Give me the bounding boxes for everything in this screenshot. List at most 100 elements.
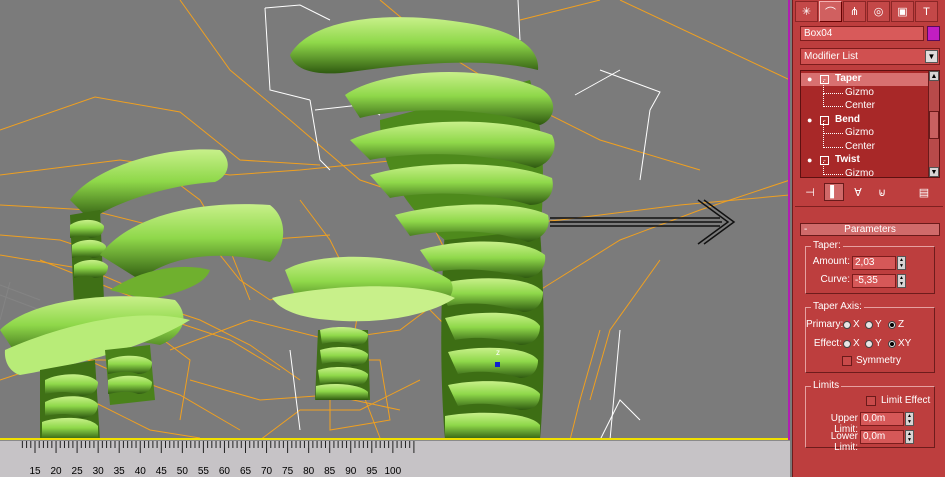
stack-modifier-item[interactable]: ● - Bend [801,114,929,127]
collapse-icon: - [804,224,808,235]
collapse-toggle-icon[interactable]: - [820,156,829,165]
effect-xy-label: XY [898,338,912,349]
bend-icon: ⌒ [825,6,836,19]
tree-branch [823,106,843,107]
stack-subobject-item[interactable]: Gizmo [801,161,929,177]
ruler-tick-label: 40 [134,466,146,477]
hierarchy-tab[interactable]: ⋔ [843,1,866,22]
primary-label: Primary: [806,319,844,330]
perspective-viewport[interactable]: z [0,0,790,440]
upper-limit-input[interactable]: 0,0m [860,412,904,426]
stack-subobject-item[interactable]: Gizmo [801,80,929,100]
svg-text:z: z [496,348,500,357]
ruler-tick-label: 55 [197,466,209,477]
utilities-tab[interactable]: T [915,1,938,22]
effect-x-radio[interactable] [843,340,851,348]
ruler-tick-label: 60 [218,466,230,477]
motion-tab[interactable]: ◎ [867,1,890,22]
create-tab[interactable]: ✳ [795,1,818,22]
curve-input[interactable]: -5,35 [852,274,896,288]
display-tab[interactable]: ▣ [891,1,914,22]
make-unique-icon[interactable]: ∀ [848,183,868,201]
stack-item-label: Center [845,140,876,152]
parameters-rollout-header[interactable]: - Parameters [800,223,940,236]
ruler-tick-label: 65 [239,466,252,477]
primary-y-radio[interactable] [865,321,873,329]
spinner-arrows-icon[interactable]: ▲ ▼ [897,256,906,270]
modify-tab[interactable]: ⌒ [819,1,842,22]
effect-xy-radio[interactable] [888,340,896,348]
lightbulb-icon[interactable]: ● [807,155,815,165]
ruler-tick-label: 15 [29,466,41,477]
modifier-list-dropdown[interactable]: Modifier List ▼ [800,48,940,65]
tree-branch [823,133,843,134]
limit-effect-checkbox[interactable] [866,396,876,406]
amount-input[interactable]: 2,03 [852,256,896,270]
object-color-swatch[interactable] [927,26,940,41]
stack-item-label: Twist [835,154,860,165]
lightbulb-icon[interactable]: ● [807,74,815,84]
ruler-tick-label: 70 [260,466,273,477]
ruler-tick-label: 25 [71,466,83,477]
screw-middle [272,256,455,400]
limit-effect-label: Limit Effect [881,395,931,406]
lower-limit-label: Lower Limit: [830,431,858,453]
limits-group: Limits Limit Effect Upper Limit: 0,0m ▲ ▼… [805,380,935,453]
symmetry-checkbox[interactable] [842,356,852,366]
upper-limit-spinner[interactable]: 0,0m ▲ ▼ [860,412,916,426]
show-end-result-icon[interactable]: ▌ [824,183,844,201]
command-panel: ✳ ⌒ ⋔ ◎ ▣ T Box04 Modifier List ▼ ● - Tape… [792,0,945,477]
object-name-field[interactable]: Box04 [800,26,924,41]
timeline-ruler[interactable]: 15 20 25 30 35 40 45 50 55 60 65 70 75 80 85 90 95 100 [0,440,790,477]
rollout-title: Parameters [844,224,896,235]
stack-item-label: Taper [835,73,862,84]
scroll-down-icon[interactable]: ▼ [929,167,939,177]
lower-limit-input[interactable]: 0,0m [860,430,904,444]
display-icon: ▣ [897,6,908,18]
divider [795,206,943,207]
modifier-stack[interactable]: ● - Taper Gizmo Center ● - Bend Gizmo Center ● - Twi… [800,70,940,178]
stack-toolbar: ⊣ ▌ ∀ ⊌ ▤ [800,182,940,202]
ruler-tick-label: 80 [303,466,315,477]
taper-group-title: Taper: [811,240,843,251]
configure-sets-icon[interactable]: ▤ [914,183,934,201]
remove-modifier-icon[interactable]: ⊌ [872,183,892,201]
limits-group-title: Limits [811,380,842,391]
lower-limit-spinner[interactable]: 0,0m ▲ ▼ [860,430,916,444]
spinner-arrows-icon[interactable]: ▲ ▼ [905,430,914,444]
scroll-up-icon[interactable]: ▲ [929,71,939,81]
primary-x-radio[interactable] [843,321,851,329]
primary-z-radio[interactable] [888,321,896,329]
ruler-tick-label: 50 [176,466,188,477]
pin-stack-icon[interactable]: ⊣ [800,183,820,201]
stack-scrollbar[interactable]: ▲ ▼ [928,71,939,177]
stack-modifier-item[interactable]: ● - Taper [801,73,929,86]
spinner-arrows-icon[interactable]: ▲ ▼ [905,412,914,426]
stack-subobject-item[interactable]: Gizmo [801,121,929,140]
modifier-list-label: Modifier List [804,51,858,62]
ruler-tick-label: 95 [366,466,378,477]
effect-y-radio[interactable] [865,340,873,348]
scroll-thumb[interactable] [929,111,939,139]
hierarchy-icon: ⋔ [849,6,860,18]
effect-y-label: Y [875,338,882,349]
stack-subobject-item[interactable]: Center [801,94,929,113]
symmetry-label: Symmetry [856,355,901,366]
tree-branch [823,173,843,175]
amount-spinner[interactable]: 2,03 ▲ ▼ [852,256,906,270]
lightbulb-icon[interactable]: ● [807,115,815,125]
taper-axis-group-title: Taper Axis: [811,301,864,312]
stack-item-label: Gizmo [845,86,874,98]
stack-item-label: Gizmo [845,127,874,138]
stack-subobject-item[interactable]: Center [801,134,929,154]
ruler-tick-label: 30 [92,466,104,477]
curve-spinner[interactable]: -5,35 ▲ ▼ [852,274,906,288]
spinner-arrows-icon[interactable]: ▲ ▼ [897,274,906,288]
stack-item-label: Center [845,100,876,111]
stack-modifier-item[interactable]: ● - Twist [801,154,929,167]
collapse-toggle-icon[interactable]: - [820,75,829,84]
collapse-toggle-icon[interactable]: - [820,115,829,125]
tree-branch [823,146,843,148]
chevron-down-icon: ▼ [925,50,938,63]
ruler-tick-label: 35 [113,466,125,477]
